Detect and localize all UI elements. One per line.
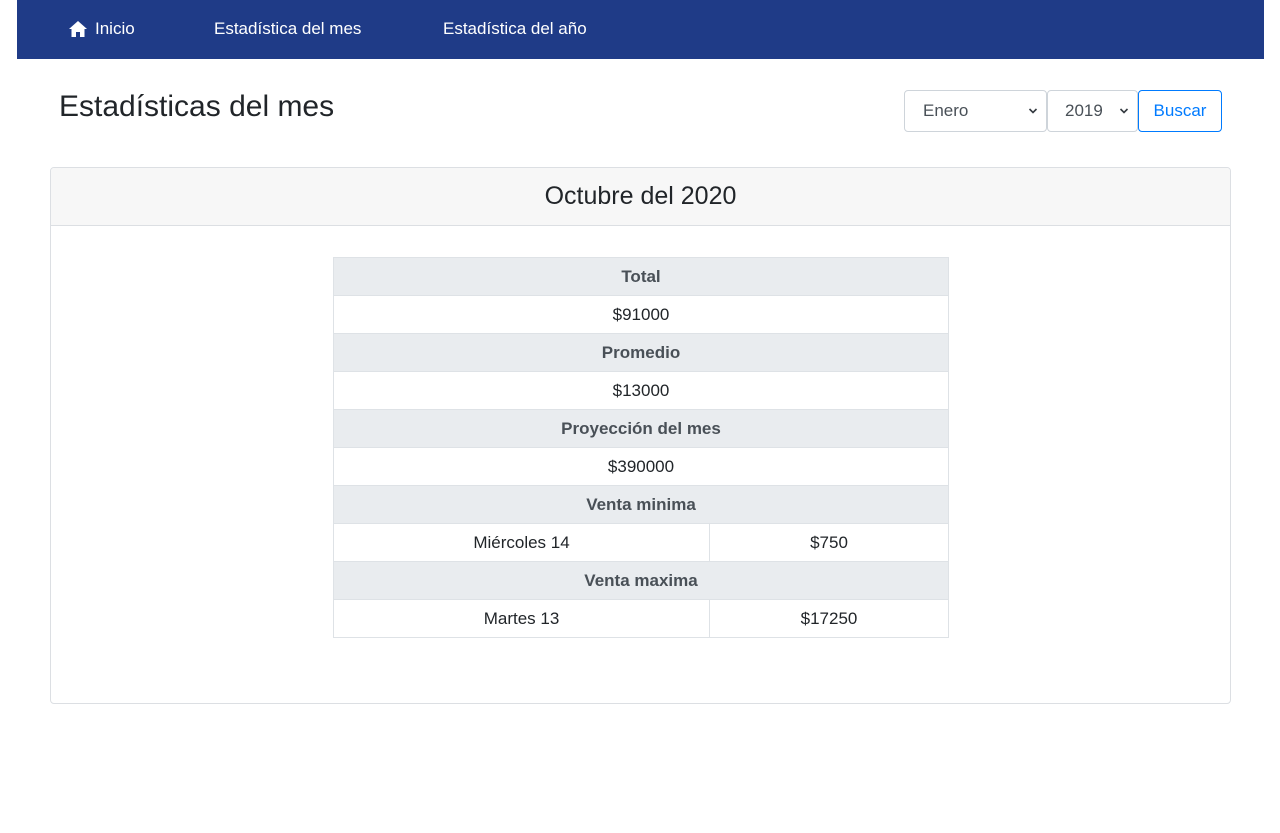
- table-row: $91000: [333, 295, 949, 334]
- projection-label: Proyección del mes: [333, 409, 949, 448]
- nav-year-stats-link[interactable]: Estadística del año: [443, 19, 587, 39]
- year-select[interactable]: 2019: [1047, 90, 1138, 132]
- max-sale-day: Martes 13: [333, 599, 710, 638]
- nav-month-stats-link[interactable]: Estadística del mes: [214, 19, 361, 39]
- home-icon: [69, 21, 87, 37]
- table-row: $390000: [333, 447, 949, 486]
- table-row: Proyección del mes: [333, 409, 949, 448]
- max-sale-value: $17250: [709, 599, 949, 638]
- search-button[interactable]: Buscar: [1138, 90, 1222, 132]
- min-sale-value: $750: [709, 523, 949, 562]
- nav-home-label: Inicio: [95, 19, 135, 38]
- projection-value: $390000: [333, 447, 949, 486]
- chevron-down-icon: [1119, 108, 1129, 114]
- table-row: Total: [333, 257, 949, 296]
- chevron-down-icon: [1028, 108, 1038, 114]
- table-row: Martes 13 $17250: [333, 599, 949, 638]
- min-sale-day: Miércoles 14: [333, 523, 710, 562]
- stats-table: Total $91000 Promedio $13000 Proyección …: [333, 257, 949, 638]
- page-title: Estadísticas del mes: [59, 90, 335, 123]
- average-label: Promedio: [333, 333, 949, 372]
- month-select[interactable]: Enero: [904, 90, 1047, 132]
- card-title: Octubre del 2020: [51, 168, 1230, 226]
- month-select-value: Enero: [923, 101, 969, 120]
- table-row: Miércoles 14 $750: [333, 523, 949, 562]
- top-navbar: Inicio Estadística del mes Estadística d…: [17, 0, 1264, 59]
- table-row: Venta maxima: [333, 561, 949, 600]
- total-value: $91000: [333, 295, 949, 334]
- table-row: Promedio: [333, 333, 949, 372]
- table-row: $13000: [333, 371, 949, 410]
- filter-form: Enero 2019 Buscar: [904, 90, 1222, 132]
- year-select-value: 2019: [1065, 101, 1103, 120]
- min-sale-label: Venta minima: [333, 485, 949, 524]
- average-value: $13000: [333, 371, 949, 410]
- table-row: Venta minima: [333, 485, 949, 524]
- stats-card: Octubre del 2020 Total $91000 Promedio $…: [50, 167, 1231, 704]
- max-sale-label: Venta maxima: [333, 561, 949, 600]
- total-label: Total: [333, 257, 949, 296]
- nav-home-link[interactable]: Inicio: [68, 19, 135, 39]
